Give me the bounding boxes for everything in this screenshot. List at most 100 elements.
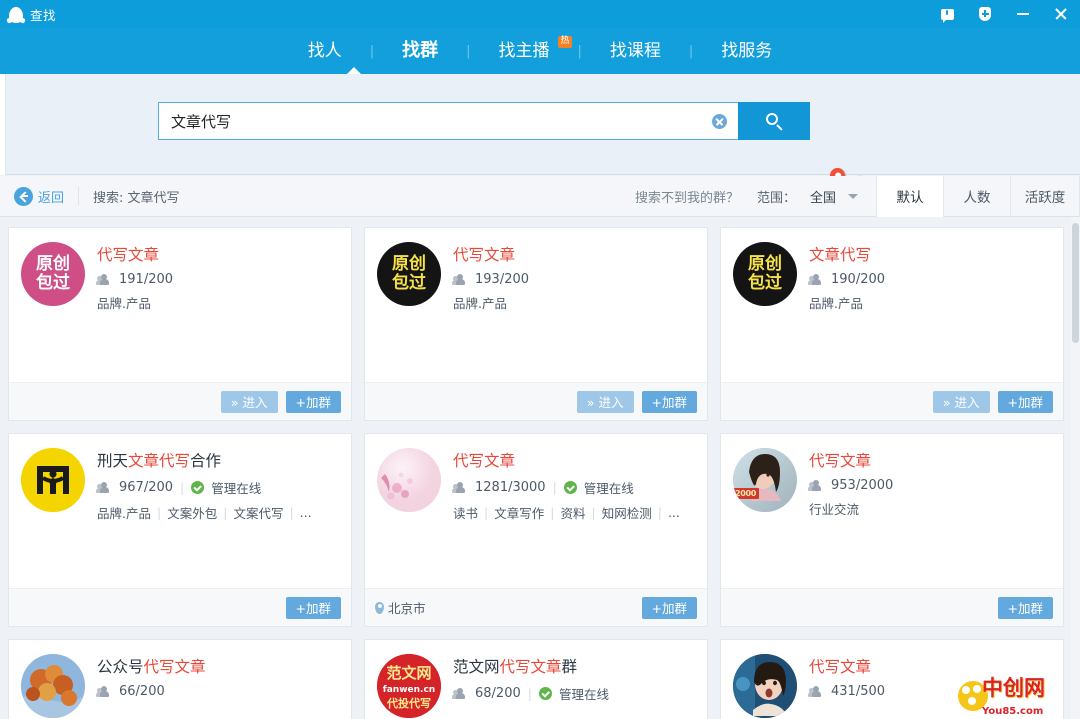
feedback-button[interactable] <box>928 0 966 28</box>
avatar[interactable] <box>21 654 85 718</box>
group-title[interactable]: 代写文章 <box>809 655 1051 677</box>
group-title[interactable]: 刑天文章代写合作 <box>97 449 339 471</box>
sort-tab-members[interactable]: 人数 <box>943 176 1010 217</box>
hot-badge: 热 <box>558 36 571 48</box>
chevron-down-icon[interactable] <box>848 194 858 199</box>
scrollbar-thumb[interactable] <box>1072 223 1079 343</box>
search-input[interactable] <box>171 112 712 130</box>
tag-separator: | <box>223 505 227 520</box>
title-suffix: 合作 <box>190 452 221 470</box>
member-count: 431/500 <box>831 684 885 699</box>
avatar[interactable] <box>21 448 85 512</box>
title-highlight: 代写文章 <box>809 452 871 470</box>
group-title[interactable]: 代写文章 <box>809 449 1051 471</box>
member-count: 190/200 <box>831 272 885 287</box>
join-group-button[interactable]: +加群 <box>286 597 341 619</box>
card-body: 公众号代写文章 66/200 <box>9 640 351 719</box>
group-title[interactable]: 范文网代写文章群 <box>453 655 695 677</box>
avatar[interactable] <box>377 448 441 512</box>
member-count: 191/200 <box>119 272 173 287</box>
group-result-card[interactable]: 2000代写文章953/2000行业交流+加群 <box>720 433 1064 627</box>
qq-penguin-icon <box>8 6 24 23</box>
title-prefix: 刑天 <box>97 452 128 470</box>
group-title[interactable]: 文章代写 <box>809 243 1051 265</box>
close-button[interactable] <box>1042 0 1080 28</box>
qq-find-group-window: 查找 找人 | 找群 | 找主播 热 <box>0 0 1080 719</box>
title-highlight: 文章代写 <box>809 246 871 264</box>
search-results[interactable]: 原创包过代写文章191/200品牌.产品» 进入+加群原创包过代写文章193/2… <box>0 217 1080 719</box>
join-group-button[interactable]: +加群 <box>642 597 697 619</box>
nav-label: 找人 <box>308 41 342 61</box>
group-title[interactable]: 代写文章 <box>453 449 695 471</box>
group-result-card[interactable]: 代写文章 431/500 <box>720 639 1064 719</box>
card-info: 文章代写 190/200 品牌.产品 <box>809 242 1051 382</box>
member-count: 193/200 <box>475 272 529 287</box>
sort-tab-default[interactable]: 默认 <box>876 176 943 217</box>
avatar[interactable]: 2000 <box>733 448 797 512</box>
group-tags: 行业交流 <box>809 499 1051 518</box>
title-highlight: 文章代写 <box>128 452 190 470</box>
group-result-card[interactable]: 原创包过 代写文章 191/200 品牌.产品 » 进入 +加群 <box>8 227 352 421</box>
search-button[interactable] <box>738 102 810 140</box>
card-info: 范文网代写文章群68/200|管理在线 <box>453 654 695 719</box>
avatar-text: 原创包过 <box>36 255 70 293</box>
verified-check-icon <box>564 481 577 494</box>
group-tag: 品牌.产品 <box>809 293 863 312</box>
nav-tab-find-course[interactable]: 找课程 <box>582 28 689 74</box>
svg-text:代投代写: 代投代写 <box>386 696 431 710</box>
clear-icon[interactable] <box>712 114 727 129</box>
group-result-card[interactable]: 原创包过代写文章193/200品牌.产品» 进入+加群 <box>364 227 708 421</box>
card-body: 代写文章 431/500 <box>721 640 1063 719</box>
avatar[interactable]: 原创包过 <box>21 242 85 306</box>
avatar-level-badge: 2000 <box>733 488 759 499</box>
nav-tab-find-group[interactable]: 找群 <box>374 28 466 74</box>
title-prefix: 公众号 <box>97 658 144 676</box>
member-count: 68/200 <box>475 686 521 701</box>
avatar[interactable]: 原创包过 <box>733 242 797 306</box>
group-meta: 66/200 <box>97 684 339 699</box>
card-actions: » 进入 +加群 <box>933 391 1053 413</box>
nav-tab-find-streamer[interactable]: 找主播 热 <box>471 28 578 74</box>
results-scrollbar[interactable] <box>1071 217 1080 719</box>
card-info: 代写文章1281/3000|管理在线读书|文章写作|资料|知网检测|... <box>453 448 695 588</box>
left-strip <box>0 74 6 175</box>
join-group-button[interactable]: +加群 <box>286 391 341 413</box>
cannot-find-group-link[interactable]: 搜索不到我的群？ <box>635 187 739 206</box>
svg-text:范文网: 范文网 <box>386 664 431 682</box>
location-label: 北京市 <box>388 598 426 617</box>
meta-separator: | <box>528 686 532 701</box>
enter-group-button[interactable]: » 进入 <box>577 391 634 413</box>
card-footer: 北京市 +加群 <box>365 588 707 626</box>
back-button[interactable]: 返回 <box>0 176 78 217</box>
group-meta: 191/200 <box>97 272 339 287</box>
group-result-card[interactable]: 范文网fanwen.cn代投代写范文网代写文章群68/200|管理在线 <box>364 639 708 719</box>
card-actions: » 进入 +加群 <box>577 391 697 413</box>
nav-tab-find-service[interactable]: 找服务 <box>693 28 800 74</box>
group-result-card[interactable]: 刑天文章代写合作967/200|管理在线品牌.产品|文案外包|文案代写|...+… <box>8 433 352 627</box>
join-group-button[interactable]: +加群 <box>998 597 1053 619</box>
avatar[interactable] <box>733 654 797 718</box>
feedback-icon <box>941 9 954 20</box>
join-group-button[interactable]: +加群 <box>998 391 1053 413</box>
avatar[interactable]: 范文网fanwen.cn代投代写 <box>377 654 441 718</box>
group-result-card[interactable]: 代写文章1281/3000|管理在线读书|文章写作|资料|知网检测|...北京市… <box>364 433 708 627</box>
security-button[interactable] <box>966 0 1004 28</box>
avatar[interactable]: 原创包过 <box>377 242 441 306</box>
enter-group-button[interactable]: » 进入 <box>221 391 278 413</box>
join-group-button[interactable]: +加群 <box>642 391 697 413</box>
search-box[interactable] <box>158 102 738 140</box>
enter-group-button[interactable]: » 进入 <box>933 391 990 413</box>
group-title[interactable]: 公众号代写文章 <box>97 655 339 677</box>
group-title[interactable]: 代写文章 <box>97 243 339 265</box>
group-tag: 品牌.产品 <box>97 293 151 312</box>
group-title[interactable]: 代写文章 <box>453 243 695 265</box>
members-icon <box>809 274 824 286</box>
minimize-button[interactable] <box>1004 0 1042 28</box>
tag-separator: | <box>484 505 488 520</box>
group-result-card[interactable]: 公众号代写文章 66/200 <box>8 639 352 719</box>
members-icon <box>809 480 824 492</box>
group-result-card[interactable]: 原创包过文章代写 190/200 品牌.产品 » 进入 +加群 <box>720 227 1064 421</box>
scope-value[interactable]: 全国 <box>810 187 836 206</box>
sort-tab-activity[interactable]: 活跃度 <box>1010 176 1080 217</box>
nav-label: 找课程 <box>610 41 661 61</box>
